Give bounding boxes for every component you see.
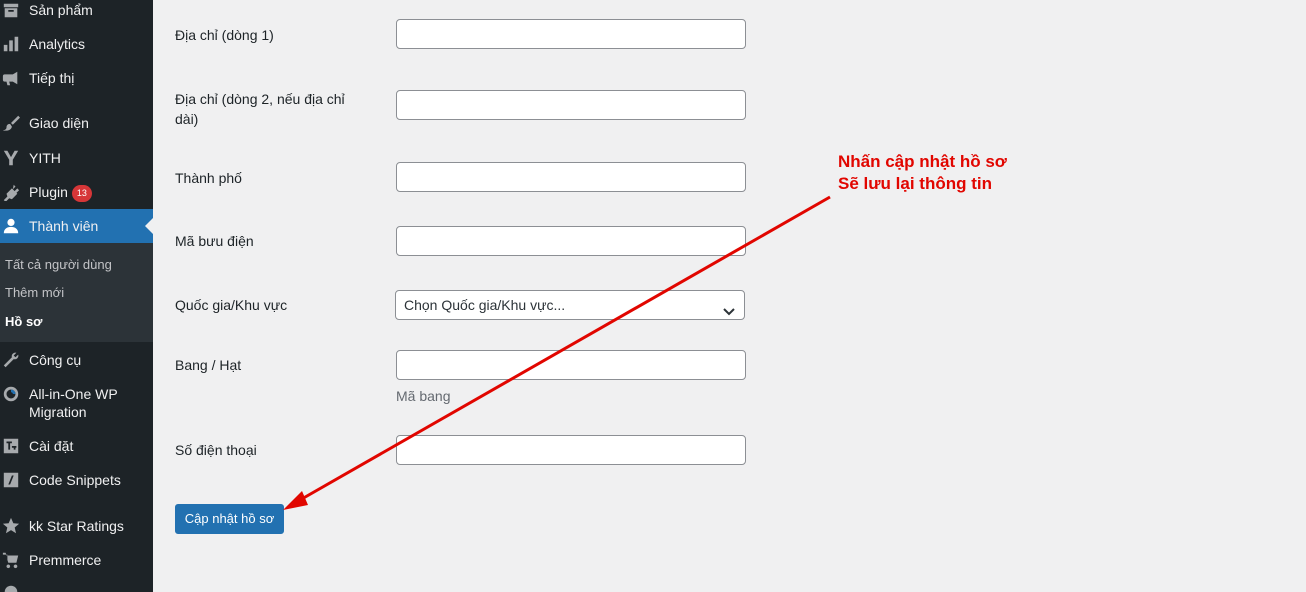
paintbrush-icon <box>2 114 20 132</box>
annotation-line-2: Sẽ lưu lại thông tin <box>838 174 992 193</box>
sidebar-item-appearance[interactable]: Giao diện <box>0 114 153 132</box>
submenu-item-profile[interactable]: Hồ sơ <box>5 314 42 330</box>
bar-chart-icon <box>2 35 20 53</box>
state-input[interactable] <box>396 350 746 380</box>
city-input[interactable] <box>396 162 746 192</box>
sidebar-item-label: Tiếp thị <box>29 70 75 86</box>
state-label: Bang / Hạt <box>175 357 242 373</box>
partial-menu-icon <box>2 583 20 592</box>
sidebar-item-label: Công cụ <box>29 352 82 368</box>
admin-sidebar: Sản phẩm Analytics Tiếp thị Giao diện YI… <box>0 0 153 592</box>
sidebar-item-label: Cài đặt <box>29 438 74 454</box>
sidebar-item-tools[interactable]: Công cụ <box>0 351 153 369</box>
settings-sliders-icon <box>2 437 20 455</box>
sidebar-item-label: YITH <box>29 150 61 166</box>
sidebar-item-aio-migration[interactable]: All-in-One WP Migration <box>0 385 153 421</box>
sidebar-item-marketing[interactable]: Tiếp thị <box>0 69 153 87</box>
city-label: Thành phố <box>175 170 242 186</box>
sidebar-item-users[interactable]: Thành viên <box>0 209 153 243</box>
yith-logo-icon <box>2 149 20 167</box>
phone-label: Số điện thoại <box>175 442 257 458</box>
sidebar-item-yith[interactable]: YITH <box>0 149 153 167</box>
sidebar-item-products[interactable]: Sản phẩm <box>0 1 153 19</box>
update-profile-button[interactable]: Cập nhật hồ sơ <box>175 504 284 534</box>
sidebar-item-code-snippets[interactable]: Code Snippets <box>0 471 153 489</box>
sidebar-item-label: Plugin <box>29 184 68 200</box>
sidebar-item-partial <box>0 583 153 592</box>
sidebar-item-label: Analytics <box>29 36 86 52</box>
address2-input[interactable] <box>396 90 746 120</box>
postcode-input[interactable] <box>396 226 746 256</box>
megaphone-icon <box>2 69 20 87</box>
sidebar-item-kk-star-ratings[interactable]: kk Star Ratings <box>0 517 153 535</box>
archive-icon <box>2 1 20 19</box>
country-label: Quốc gia/Khu vực <box>175 297 288 313</box>
sidebar-item-plugins[interactable]: Plugin 13 <box>0 183 153 202</box>
country-select-value: Chọn Quốc gia/Khu vực... <box>404 297 566 313</box>
migration-icon <box>2 385 20 403</box>
sidebar-item-analytics[interactable]: Analytics <box>0 35 153 53</box>
sidebar-item-label: Code Snippets <box>29 472 121 488</box>
star-icon <box>2 517 20 535</box>
annotation-line-1: Nhấn cập nhật hồ sơ <box>838 152 1007 171</box>
wrench-icon <box>2 351 20 369</box>
update-count-badge: 13 <box>71 185 92 202</box>
address1-label: Địa chỉ (dòng 1) <box>175 27 274 43</box>
code-snippets-icon <box>2 471 20 489</box>
chevron-down-icon <box>722 299 736 316</box>
sidebar-item-premmerce[interactable]: Premmerce <box>0 551 153 569</box>
users-submenu: Tất cả người dùng Thêm mới Hồ sơ <box>0 243 153 342</box>
sidebar-item-label: All-in-One WP Migration <box>29 386 118 420</box>
sidebar-item-settings[interactable]: Cài đặt <box>0 437 153 455</box>
address2-label: Địa chỉ (dòng 2, nếu địa chỉ dài) <box>175 91 345 127</box>
annotation-text: Nhấn cập nhật hồ sơ Sẽ lưu lại thông tin <box>838 151 1007 195</box>
submenu-item-add-new[interactable]: Thêm mới <box>5 285 64 301</box>
postcode-label: Mã bưu điện <box>175 233 254 249</box>
sidebar-item-label: kk Star Ratings <box>29 518 124 534</box>
user-icon <box>2 217 20 235</box>
address1-input[interactable] <box>396 19 746 49</box>
sidebar-item-label: Thành viên <box>29 218 99 234</box>
cart-icon <box>2 551 20 569</box>
sidebar-item-label: Giao diện <box>29 115 89 131</box>
plug-icon <box>2 183 20 201</box>
sidebar-item-label: Premmerce <box>29 552 102 568</box>
country-select[interactable]: Chọn Quốc gia/Khu vực... <box>395 290 745 320</box>
submenu-item-all-users[interactable]: Tất cả người dùng <box>5 257 112 273</box>
state-help-text: Mã bang <box>396 388 451 404</box>
phone-input[interactable] <box>396 435 746 465</box>
sidebar-item-label: Sản phẩm <box>29 2 93 18</box>
